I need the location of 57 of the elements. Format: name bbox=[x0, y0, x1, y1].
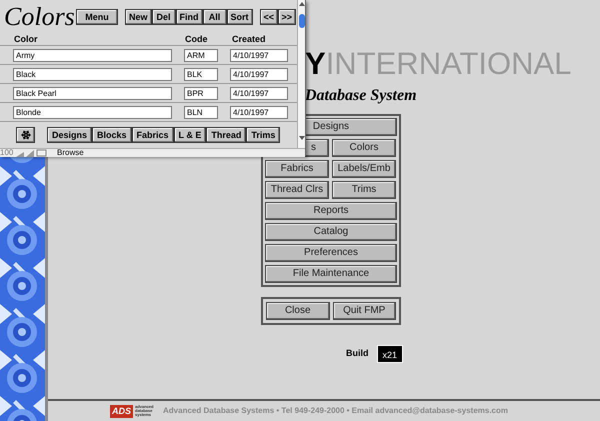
record-button[interactable]: Find bbox=[176, 9, 203, 25]
code-field[interactable]: BPR bbox=[184, 86, 218, 100]
code-field[interactable]: ARM bbox=[184, 48, 218, 62]
record-button[interactable]: All bbox=[202, 9, 227, 25]
column-header: Code bbox=[185, 32, 208, 46]
menu-button[interactable]: Preferences bbox=[265, 244, 397, 262]
created-field[interactable]: 4/10/1997 bbox=[230, 68, 288, 80]
module-tab[interactable]: L & E bbox=[174, 127, 206, 143]
code-field[interactable]: BLN bbox=[184, 106, 218, 118]
nav-button[interactable]: >> bbox=[278, 9, 296, 25]
record-button[interactable]: Sort bbox=[226, 9, 253, 25]
color-field[interactable]: Blonde bbox=[13, 106, 172, 118]
exit-button[interactable]: Close bbox=[266, 302, 330, 320]
created-field[interactable]: 4/10/1997 bbox=[230, 106, 288, 118]
nav-button[interactable]: << bbox=[260, 9, 278, 25]
column-header: Created bbox=[232, 32, 266, 46]
build-number: x21 bbox=[376, 345, 404, 363]
module-tab[interactable]: Blocks bbox=[92, 127, 132, 143]
menu-button[interactable]: Trims bbox=[332, 181, 396, 199]
footer-text: Advanced Database Systems • Tel 949-249-2000 • Email advanced@database-systems.com bbox=[163, 405, 508, 417]
logo-wordmark: INTERNATIONAL bbox=[326, 48, 572, 79]
up-arrow-icon[interactable] bbox=[298, 2, 304, 6]
record-button[interactable]: New bbox=[125, 9, 152, 25]
menu-button[interactable]: Reports bbox=[265, 202, 397, 220]
snowflake-icon bbox=[20, 130, 30, 140]
scroll-thumb[interactable] bbox=[298, 14, 304, 28]
zoom-controls-icon[interactable] bbox=[15, 149, 47, 157]
build-label: Build bbox=[346, 347, 368, 360]
module-tab[interactable]: Thread bbox=[206, 127, 246, 143]
scrollbar[interactable] bbox=[297, 0, 305, 148]
column-header: Color bbox=[14, 32, 38, 46]
logo-badge: ADS bbox=[110, 404, 134, 418]
window-title: Colors bbox=[4, 4, 72, 30]
menu-button[interactable]: File Maintenance bbox=[265, 265, 397, 283]
color-field[interactable]: Army bbox=[13, 48, 172, 62]
module-tab[interactable]: Designs bbox=[47, 127, 92, 143]
module-tab[interactable]: Fabrics bbox=[132, 127, 174, 143]
created-field[interactable]: 4/10/1997 bbox=[230, 86, 288, 100]
menu-button[interactable]: Catalog bbox=[265, 223, 397, 241]
color-field[interactable]: Black bbox=[13, 68, 172, 80]
created-field[interactable]: 4/10/1997 bbox=[230, 48, 288, 62]
subtitle: Database System bbox=[305, 87, 418, 105]
zoom-level[interactable]: 100 bbox=[0, 149, 15, 157]
code-field[interactable]: BLK bbox=[184, 68, 218, 80]
logo-mark: Y bbox=[305, 48, 326, 79]
menu-button[interactable]: Thread Clrs bbox=[265, 181, 329, 199]
menu-button[interactable]: Fabrics bbox=[265, 160, 329, 178]
snowflake-button[interactable] bbox=[16, 127, 35, 143]
exit-button[interactable]: Quit FMP bbox=[332, 302, 396, 320]
menu-button[interactable]: Labels/Emb bbox=[332, 160, 396, 178]
mode-indicator: Browse bbox=[57, 149, 85, 157]
color-field[interactable]: Black Pearl bbox=[13, 86, 172, 100]
down-arrow-icon[interactable] bbox=[298, 136, 304, 140]
menu-button[interactable]: Menu bbox=[76, 9, 118, 25]
record-button[interactable]: Del bbox=[152, 9, 176, 25]
module-tab[interactable]: Trims bbox=[246, 127, 280, 143]
menu-button[interactable]: Colors bbox=[332, 139, 396, 157]
